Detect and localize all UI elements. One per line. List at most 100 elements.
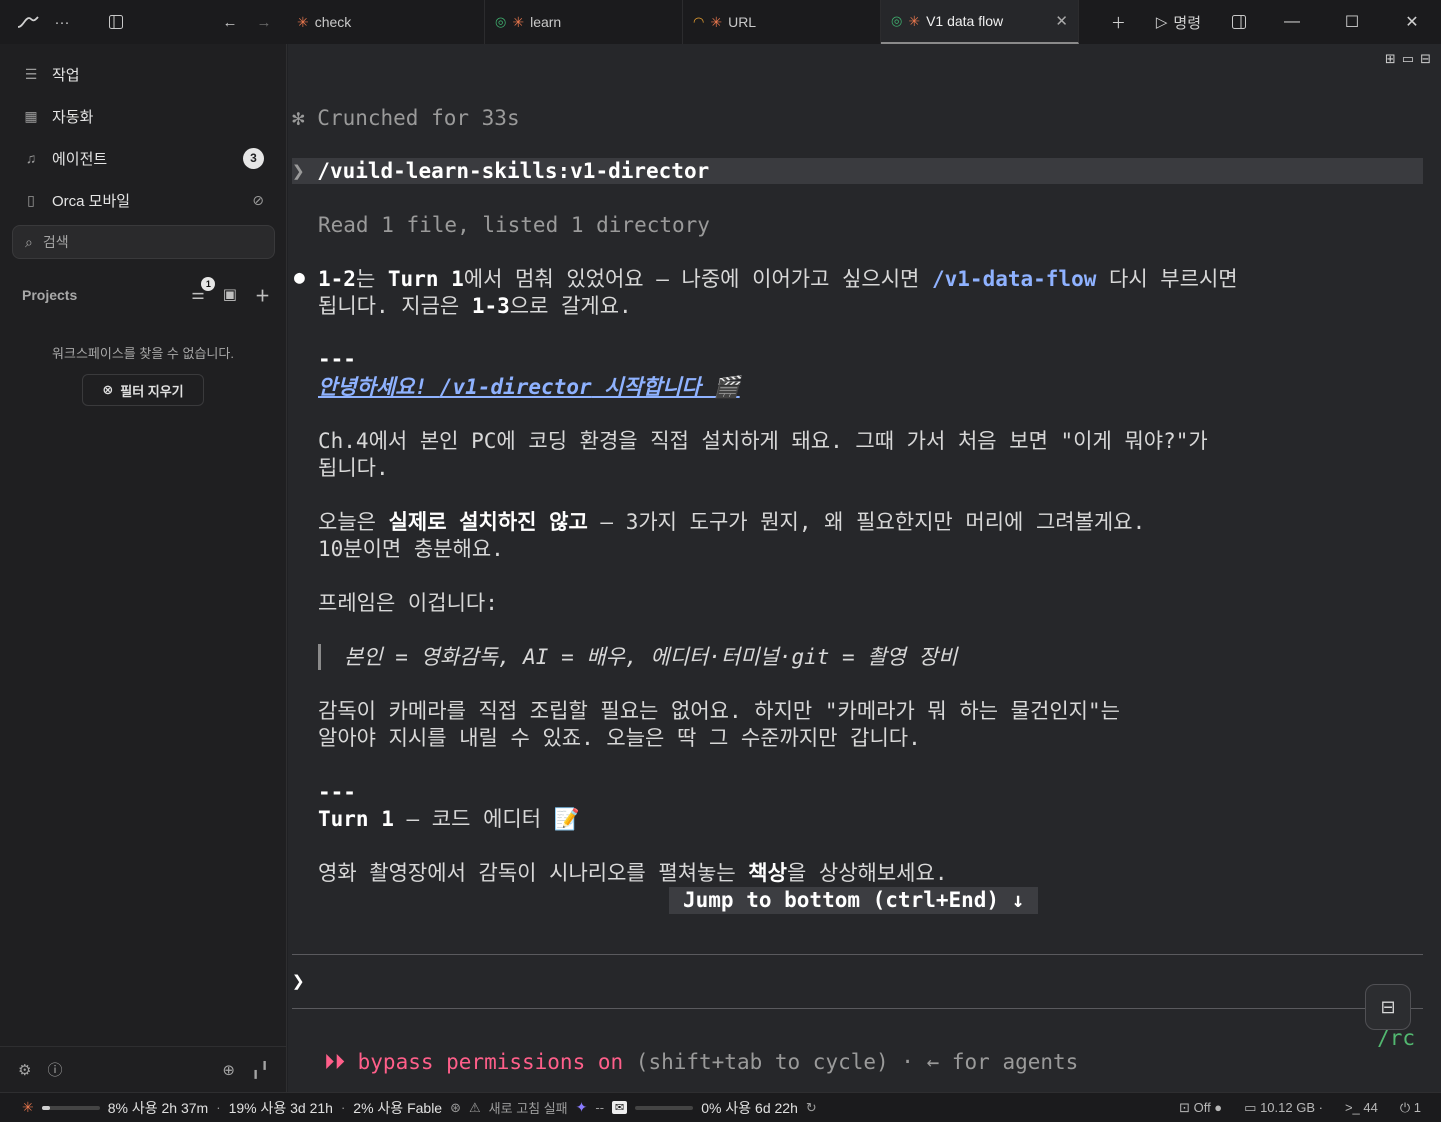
paragraph-6: 영화 촬영장에서 감독이 시나리오를 펼쳐놓는 책상을 상상해보세요. [318, 860, 947, 887]
app-logo-icon[interactable] [14, 8, 42, 36]
crunched-text: Crunched for 33s [317, 106, 520, 130]
openai-icon: ⊛ [450, 1099, 461, 1115]
layout-icon: ⊟ [1380, 996, 1396, 1018]
text-run: — 코드 에디터 📝 [393, 807, 580, 831]
sidebar-item-automation[interactable]: ▦ 자동화 [0, 95, 286, 137]
paragraph-2-line-1: Ch.4에서 본인 PC에 코딩 환경을 직접 설치하게 돼요. 그때 가서 처… [318, 429, 1208, 453]
usage-session: 8% 사용 2h 37m [107, 1099, 209, 1116]
turn-heading: Turn 1 — 코드 에디터 📝 [318, 806, 580, 833]
filter-count-badge: 1 [201, 276, 216, 291]
prompt-chevron-icon: ❯ [292, 159, 318, 183]
v1-data-flow-link[interactable]: /v1-data-flow [932, 267, 1096, 291]
sidebar-item-agents[interactable]: ♫ 에이전트 3 [0, 137, 286, 179]
terminal-count-value: 44 [1363, 1100, 1378, 1115]
divider: --- [318, 780, 356, 804]
add-comment-icon[interactable]: ⊞ [1385, 52, 1396, 67]
help-icon[interactable]: ⓘ [47, 1059, 62, 1080]
sidebar-item-tasks[interactable]: ☰ 작업 [0, 53, 286, 95]
warning-icon: ⚠ [469, 1099, 481, 1115]
close-window-button[interactable]: ✕ [1383, 0, 1441, 44]
title-bar: ··· ← → ✳ check ◎ ✳ learn ◠ ✳ URL ◎ ✳ V1… [0, 0, 1441, 44]
window-controls-left: ··· ← → [0, 0, 287, 44]
usage-progress-bar [41, 1105, 100, 1110]
split-view-icon[interactable] [1217, 0, 1261, 44]
command-text: /vuild-learn-skills:v1-director [317, 159, 710, 183]
refresh-icon[interactable]: ↻ [806, 1100, 817, 1116]
input-prompt[interactable]: ❯ [292, 968, 305, 995]
tab-strip: ✳ check ◎ ✳ learn ◠ ✳ URL ◎ ✳ V1 data fl… [287, 0, 1079, 44]
usage-progress-bar-2 [635, 1105, 694, 1110]
remote-status[interactable]: ⊡ Off ● [1179, 1100, 1222, 1116]
tab-check[interactable]: ✳ check [287, 0, 485, 44]
tab-learn[interactable]: ◎ ✳ learn [485, 0, 683, 44]
tab-url[interactable]: ◠ ✳ URL [683, 0, 881, 44]
terminal-count[interactable]: >_ 44 [1345, 1100, 1378, 1115]
new-tab-button[interactable]: ＋ [1097, 0, 1140, 44]
more-menu-icon[interactable]: ··· [48, 8, 76, 36]
empty-workspace-message: 워크스페이스를 찾을 수 없습니다. [52, 346, 234, 361]
activity-icon[interactable]: ╻╹ [251, 1061, 269, 1079]
text-run: Turn 1 [387, 267, 464, 291]
text-run: 다시 부르시면 [1096, 267, 1238, 291]
greeting-line: 안녕하세요! /v1-director 시작합니다 🎬 [318, 374, 740, 401]
panel-layout-button[interactable]: ⊟ [1365, 984, 1411, 1030]
tab-label: learn [530, 14, 562, 30]
claude-star-icon: ✳ [512, 13, 525, 30]
clear-filter-label: 필터 지우기 [120, 383, 184, 399]
paragraph-3-line-2: 10분이면 충분해요. [318, 537, 504, 561]
claude-star-icon: ✳ [22, 1099, 34, 1115]
eye-off-icon[interactable]: ⊘ [252, 192, 264, 209]
separator: · [216, 1100, 221, 1115]
add-folder-icon[interactable]: ▣ [223, 285, 237, 306]
text-run: Turn 1 [318, 807, 394, 831]
play-icon: ▷ [1155, 14, 1168, 31]
memory-icon: ▭ [1244, 1099, 1261, 1115]
projects-label: Projects [22, 287, 78, 303]
bullet-icon: ● [294, 267, 305, 288]
usage-weekly: 19% 사용 3d 21h [228, 1099, 333, 1116]
status-bar: ✳ 8% 사용 2h 37m · 19% 사용 3d 21h · 2% 사용 F… [0, 1092, 1441, 1122]
back-arrow-icon[interactable]: ← [216, 8, 244, 36]
paragraph-1-line-2: 됩니다. 지금은 1-3으로 갈게요. [318, 293, 632, 320]
jump-to-bottom-button[interactable]: Jump to bottom (ctrl+End) ↓ [669, 887, 1039, 914]
search-input[interactable]: ⌕ 검색 [12, 225, 275, 259]
gemini-usage: -- [595, 1100, 605, 1115]
port-count[interactable]: ⏻ 1 [1400, 1100, 1421, 1116]
text-run: 책상 [748, 861, 787, 885]
maximize-button[interactable]: ☐ [1323, 0, 1381, 44]
comment-icon[interactable]: ▭ [1402, 52, 1414, 67]
command-label: 명령 [1173, 14, 1201, 32]
v1-director-link[interactable]: /v1-director [440, 375, 592, 399]
settings-gear-icon[interactable]: ⚙ [18, 1061, 31, 1079]
sidebar-item-label: 작업 [52, 66, 80, 84]
text-run: 에서 멈춰 있었어요 — 나중에 이어가고 싶으시면 [463, 267, 932, 291]
clear-filter-button[interactable]: ⊗ 필터 지우기 [82, 374, 204, 406]
usage-other: 0% 사용 6d 22h [701, 1099, 798, 1116]
sidebar-toggle-icon[interactable] [102, 8, 130, 36]
text-run: 시작합니다 🎬 [591, 375, 740, 399]
panel-icon[interactable]: ⊟ [1420, 52, 1431, 67]
tab-v1-data-flow[interactable]: ◎ ✳ V1 data flow ✕ [881, 0, 1079, 44]
minimize-button[interactable]: — [1263, 0, 1321, 44]
memory-status: ▭ 10.12 GB · [1244, 1099, 1323, 1115]
crosshair-icon[interactable]: ⊕ [222, 1061, 235, 1079]
close-circle-icon: ⊗ [102, 382, 114, 397]
add-project-icon[interactable]: ＋ [255, 285, 270, 306]
command-button[interactable]: ▷ 명령 [1142, 0, 1215, 44]
usage-progress-fill [41, 1105, 51, 1110]
refresh-failed-text: 새로 고침 실패 [488, 1101, 568, 1116]
terminal-pane[interactable]: ⊞ ▭ ⊟ ✻ Crunched for 33s ❯ /vuild-learn-… [288, 44, 1441, 1092]
paragraph-5-line-2: 알아야 지시를 내릴 수 있죠. 오늘은 딱 그 수준까지만 갑니다. [318, 726, 921, 750]
permission-mode-line: ⏵⏵ bypass permissions on (shift+tab to c… [324, 1049, 1078, 1076]
terminal-toolbar: ⊞ ▭ ⊟ [1385, 52, 1431, 67]
memory-value: 10.12 GB [1260, 1099, 1315, 1115]
paragraph-1-line-1: 1-2는 Turn 1에서 멈춰 있었어요 — 나중에 이어가고 싶으시면 /v… [318, 266, 1238, 293]
search-placeholder: 검색 [42, 234, 69, 250]
remote-off: Off [1193, 1099, 1211, 1115]
agents-count-badge: 3 [243, 147, 264, 169]
sidebar-item-orca-mobile[interactable]: ▯ Orca 모바일 ⊘ [0, 179, 286, 221]
close-tab-icon[interactable]: ✕ [1055, 12, 1068, 30]
forward-arrow-icon[interactable]: → [250, 8, 278, 36]
sidebar: ☰ 작업 ▦ 자동화 ♫ 에이전트 3 ▯ Orca 모바일 ⊘ ⌕ 검색 Pr… [0, 44, 287, 1092]
input-top-border [292, 954, 1423, 955]
